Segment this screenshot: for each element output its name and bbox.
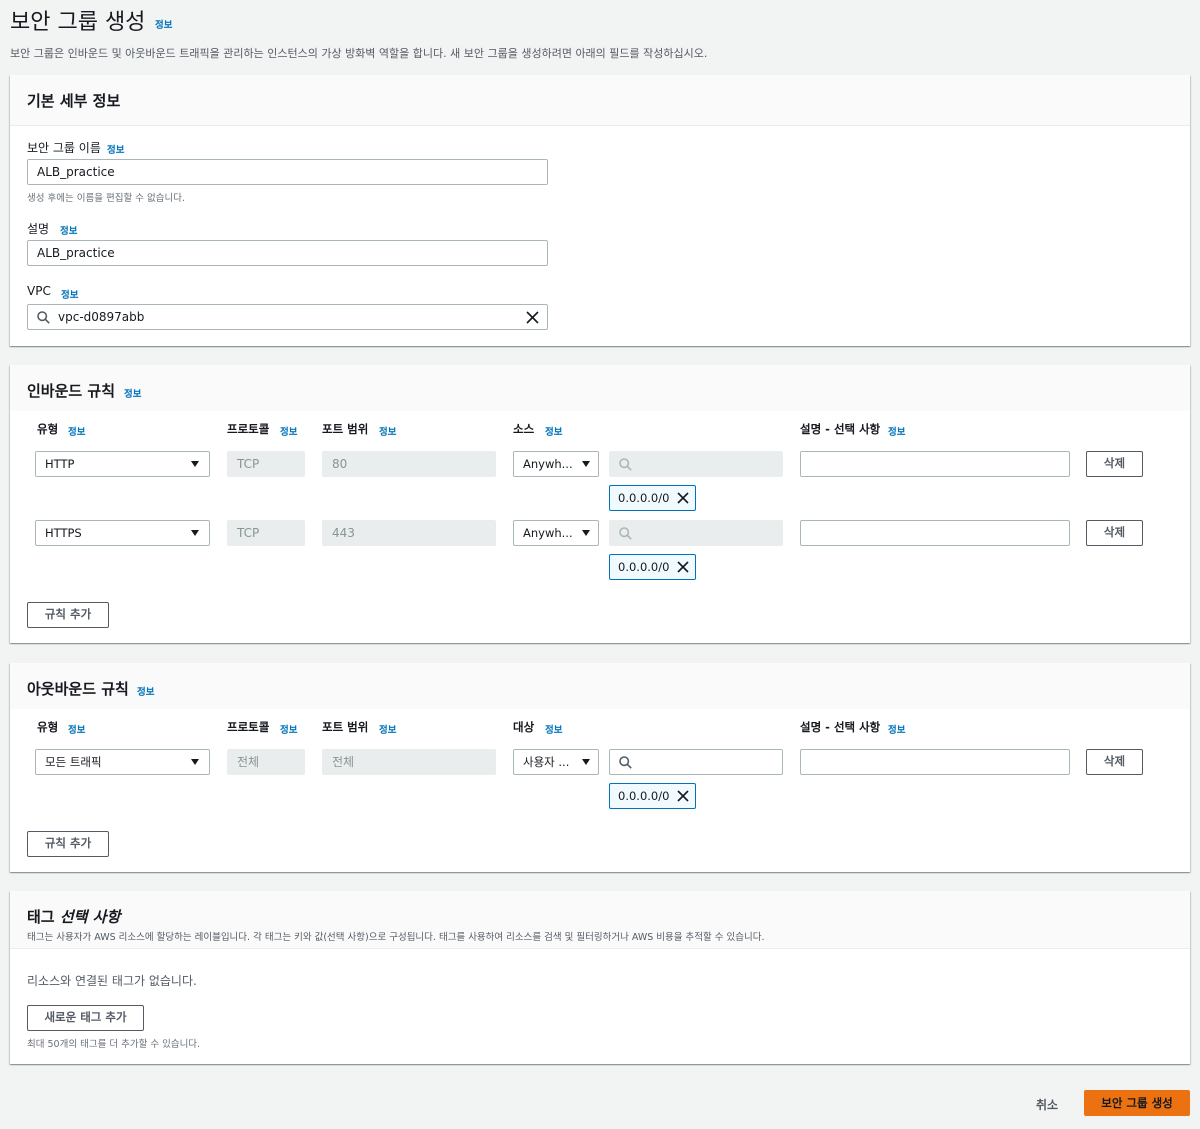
col-desc-label: 설명 - 선택 사항 — [800, 422, 881, 436]
cidr-token: 0.0.0.0/0 — [609, 485, 696, 511]
col-protocol-label: 프로토콜 — [227, 720, 270, 734]
add-new-tag-button[interactable]: 새로운 태그 추가 — [27, 1005, 144, 1031]
sg-name-info-link[interactable]: 정보 — [107, 142, 124, 156]
inbound-rule-description-input[interactable] — [800, 520, 1070, 546]
vpc-label: VPC — [27, 284, 51, 298]
inbound-rule-port: 443 — [322, 520, 496, 546]
col-type-info-link[interactable]: 정보 — [68, 424, 85, 438]
caret-down-icon — [582, 461, 590, 467]
outbound-rule-cidr-search[interactable] — [609, 749, 783, 775]
delete-rule-button[interactable]: 삭제 — [1086, 749, 1143, 775]
inbound-rule-protocol: TCP — [227, 520, 305, 546]
col-port-label: 포트 범위 — [322, 422, 369, 436]
close-icon[interactable] — [675, 788, 691, 804]
cidr-token: 0.0.0.0/0 — [609, 783, 696, 809]
inbound-rule-source-select[interactable]: Anywh... — [513, 520, 599, 546]
search-icon — [619, 527, 632, 540]
sg-name-hint: 생성 후에는 이름을 편집할 수 없습니다. — [27, 193, 185, 204]
outbound-rule-description-input[interactable] — [800, 749, 1070, 775]
tags-title-optional: 선택 사항 — [59, 908, 121, 926]
inbound-rules-title: 인바운드 규칙 — [27, 382, 116, 400]
description-info-link[interactable]: 정보 — [60, 223, 77, 237]
col-port-info-link[interactable]: 정보 — [379, 722, 396, 736]
inbound-rule-source-select[interactable]: Anywh... — [513, 451, 599, 477]
close-icon[interactable] — [675, 490, 691, 506]
inbound-rule-type-select[interactable]: HTTP — [35, 451, 210, 477]
outbound-rules-info-link[interactable]: 정보 — [137, 684, 154, 698]
cancel-button[interactable]: 취소 — [1036, 1096, 1058, 1113]
tags-title: 태그 선택 사항 — [27, 908, 121, 926]
col-type-label: 유형 — [37, 422, 59, 436]
inbound-rule-description-input[interactable] — [800, 451, 1070, 477]
col-port-label: 포트 범위 — [322, 720, 369, 734]
search-icon — [619, 458, 632, 471]
outbound-rules-title: 아웃바운드 규칙 — [27, 680, 129, 698]
page-description: 보안 그룹은 인바운드 및 아웃바운드 트래픽을 관리하는 인스턴스의 가상 방… — [10, 47, 708, 60]
page-title: 보안 그룹 생성 — [10, 10, 146, 35]
search-icon — [37, 311, 50, 324]
outbound-rule-port: 전체 — [322, 749, 496, 775]
tags-empty-text: 리소스와 연결된 태그가 없습니다. — [27, 974, 197, 988]
outbound-rule-protocol: 전체 — [227, 749, 305, 775]
basic-details-header: 기본 세부 정보 — [10, 75, 1190, 126]
tags-header: 태그 선택 사항 태그는 사용자가 AWS 리소스에 할당하는 레이블입니다. … — [10, 891, 1190, 949]
inbound-rule-port: 80 — [322, 451, 496, 477]
inbound-rules-info-link[interactable]: 정보 — [124, 386, 141, 400]
inbound-rule-protocol: TCP — [227, 451, 305, 477]
outbound-rules-header: 아웃바운드 규칙 정보 — [10, 663, 1190, 709]
inbound-rule-cidr-search[interactable] — [609, 451, 783, 477]
search-icon — [619, 756, 632, 769]
col-port-info-link[interactable]: 정보 — [379, 424, 396, 438]
inbound-rules-header: 인바운드 규칙 정보 — [10, 365, 1190, 411]
basic-details-title: 기본 세부 정보 — [27, 92, 121, 110]
inbound-rule-type-select[interactable]: HTTPS — [35, 520, 210, 546]
basic-details-panel: 기본 세부 정보 보안 그룹 이름 정보 ALB_practice 생성 후에는… — [10, 75, 1190, 346]
sg-name-input[interactable]: ALB_practice — [27, 159, 548, 185]
col-type-label: 유형 — [37, 720, 59, 734]
add-outbound-rule-button[interactable]: 규칙 추가 — [27, 831, 109, 857]
sg-name-label: 보안 그룹 이름 — [27, 141, 101, 155]
inbound-rule-cidr-search[interactable] — [609, 520, 783, 546]
outbound-rule-dest-select[interactable]: 사용자 ... — [513, 749, 599, 775]
tags-panel: 태그 선택 사항 태그는 사용자가 AWS 리소스에 할당하는 레이블입니다. … — [10, 891, 1190, 1064]
col-source-info-link[interactable]: 정보 — [545, 424, 562, 438]
cidr-token: 0.0.0.0/0 — [609, 554, 696, 580]
description-label: 설명 — [27, 222, 50, 236]
col-desc-info-link[interactable]: 정보 — [888, 722, 905, 736]
caret-down-icon — [191, 759, 199, 765]
col-desc-info-link[interactable]: 정보 — [888, 424, 905, 438]
description-input[interactable]: ALB_practice — [27, 240, 548, 266]
outbound-rule-type-select[interactable]: 모든 트래픽 — [35, 749, 210, 775]
col-type-info-link[interactable]: 정보 — [68, 722, 85, 736]
vpc-value: vpc-d0897abb — [58, 310, 145, 324]
col-dest-info-link[interactable]: 정보 — [545, 722, 562, 736]
page-title-info-link[interactable]: 정보 — [155, 17, 172, 31]
add-inbound-rule-button[interactable]: 규칙 추가 — [27, 602, 109, 628]
delete-rule-button[interactable]: 삭제 — [1086, 451, 1143, 477]
create-security-group-button[interactable]: 보안 그룹 생성 — [1084, 1090, 1190, 1116]
col-source-label: 소스 — [513, 422, 535, 436]
close-icon[interactable] — [526, 311, 539, 324]
col-protocol-info-link[interactable]: 정보 — [280, 424, 297, 438]
caret-down-icon — [582, 530, 590, 536]
caret-down-icon — [191, 461, 199, 467]
vpc-info-link[interactable]: 정보 — [61, 287, 78, 301]
close-icon[interactable] — [675, 559, 691, 575]
inbound-rules-panel: 인바운드 규칙 정보 유형 정보 프로토콜 정보 포트 범위 정보 소스 정보 … — [10, 365, 1190, 643]
col-protocol-info-link[interactable]: 정보 — [280, 722, 297, 736]
vpc-select[interactable]: vpc-d0897abb — [27, 304, 548, 330]
col-desc-label: 설명 - 선택 사항 — [800, 720, 881, 734]
caret-down-icon — [191, 530, 199, 536]
tags-limit-hint: 최대 50개의 태그를 더 추가할 수 있습니다. — [27, 1039, 201, 1050]
caret-down-icon — [582, 759, 590, 765]
delete-rule-button[interactable]: 삭제 — [1086, 520, 1143, 546]
tags-description: 태그는 사용자가 AWS 리소스에 할당하는 레이블입니다. 각 태그는 키와 … — [27, 932, 765, 943]
col-dest-label: 대상 — [513, 720, 535, 734]
col-protocol-label: 프로토콜 — [227, 422, 270, 436]
outbound-rules-panel: 아웃바운드 규칙 정보 유형 정보 프로토콜 정보 포트 범위 정보 대상 정보… — [10, 663, 1190, 872]
